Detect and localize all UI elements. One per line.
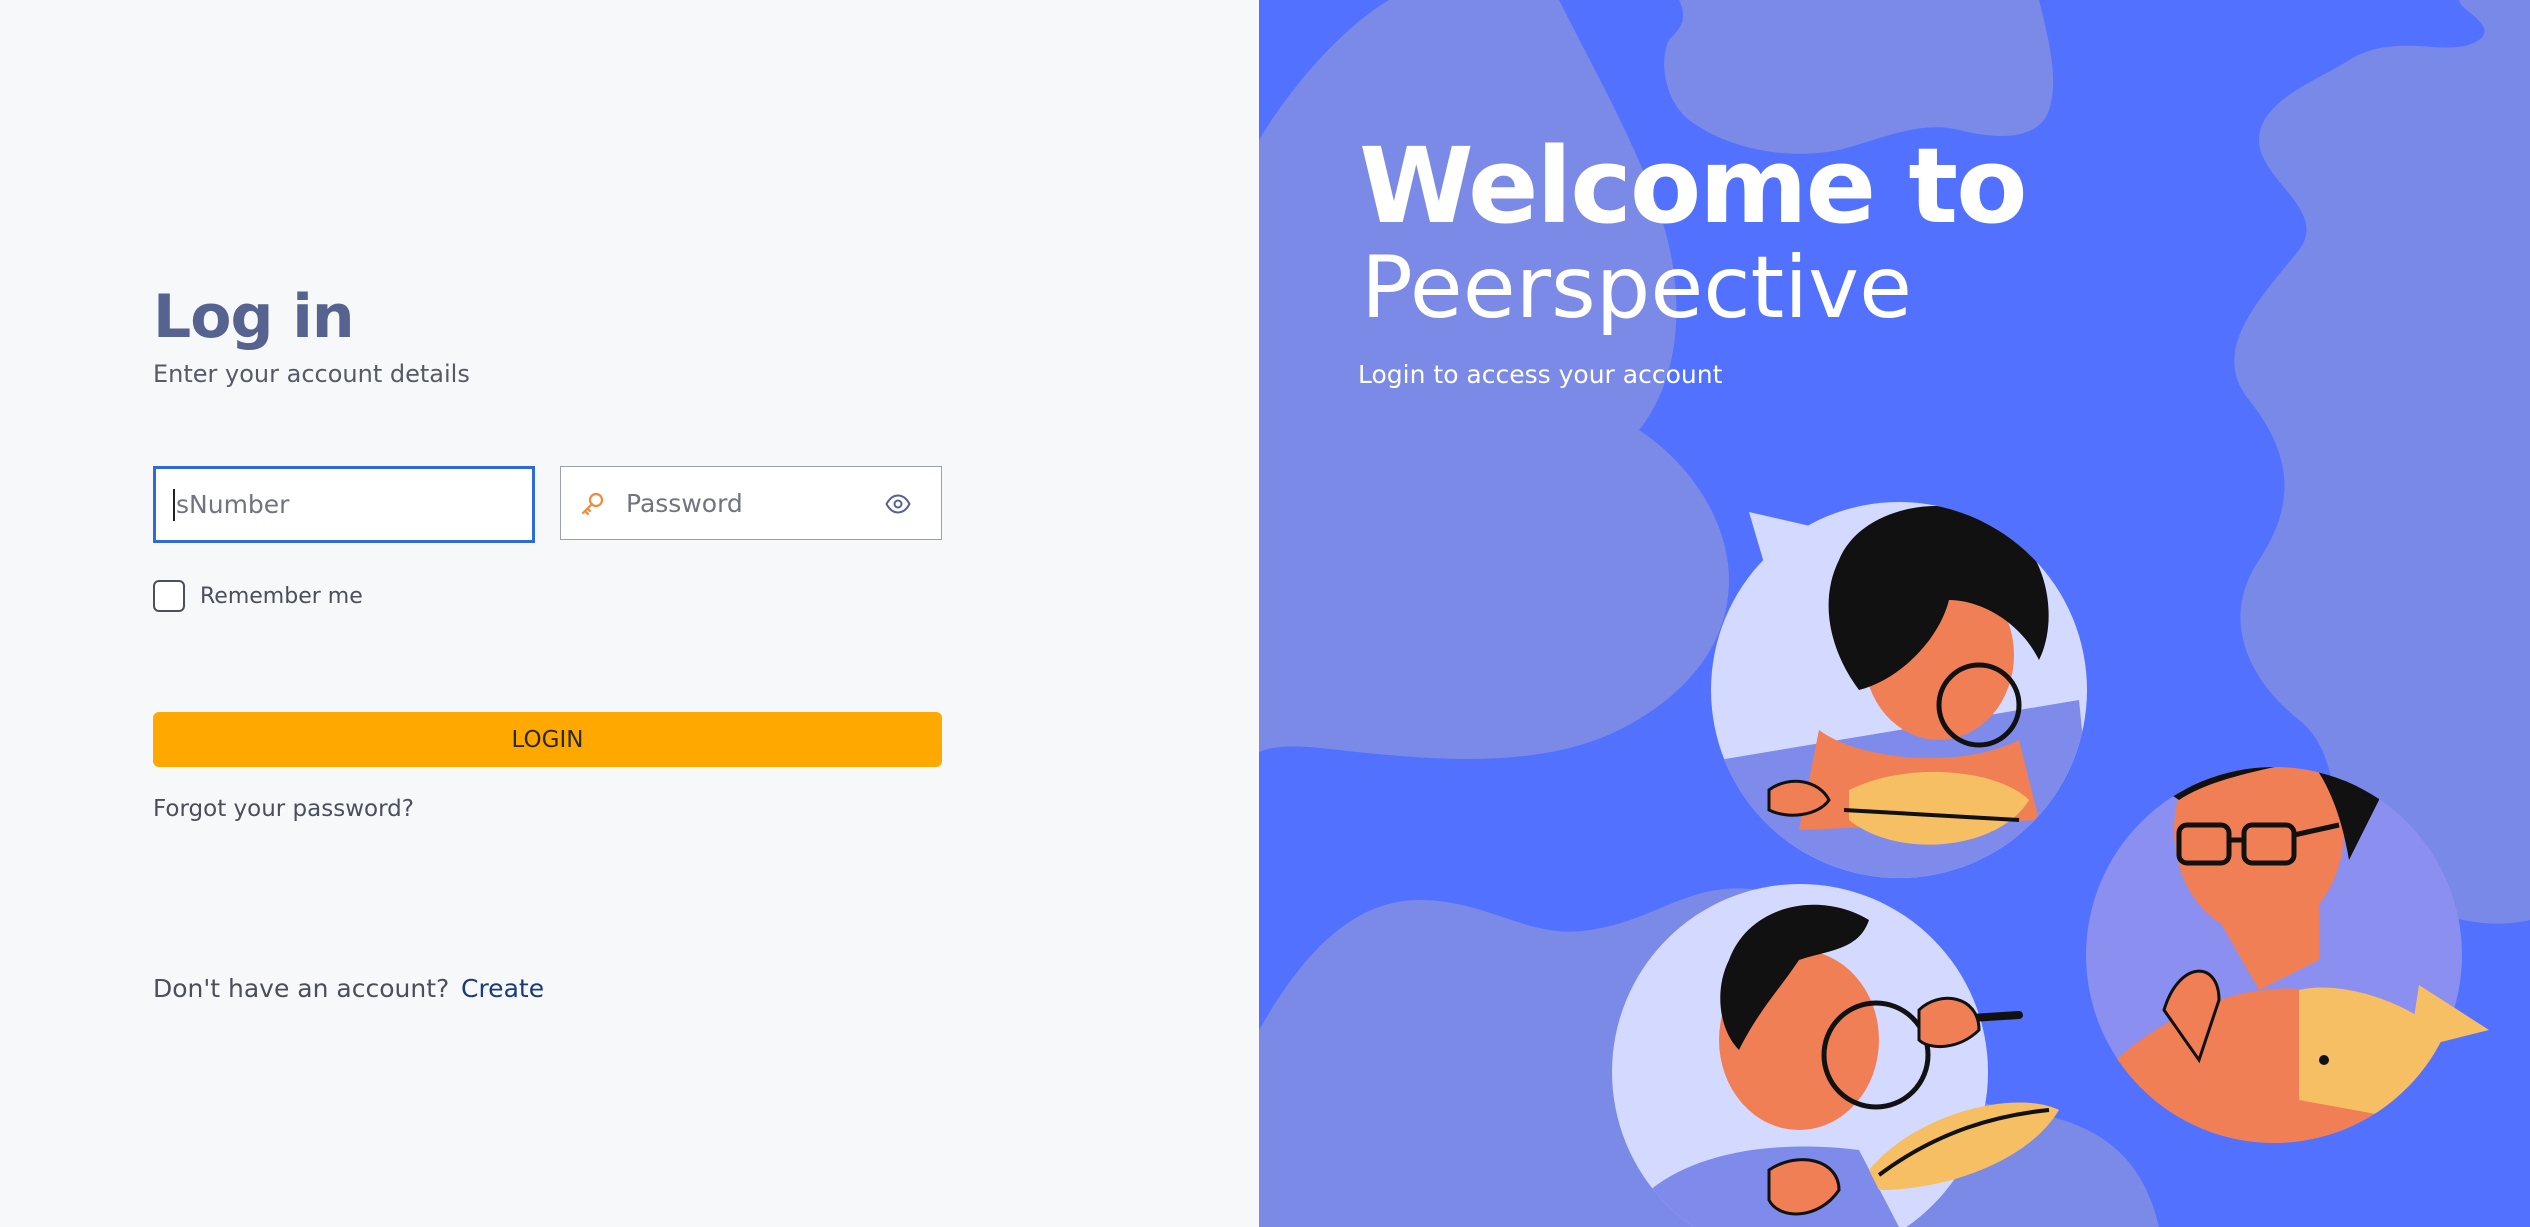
page-title: Log in: [153, 282, 355, 352]
welcome-panel: Welcome to Peerspective Login to access …: [1259, 0, 2530, 1227]
password-input[interactable]: [624, 467, 881, 539]
login-button[interactable]: LOGIN: [153, 712, 942, 767]
remember-me-checkbox[interactable]: [153, 580, 185, 612]
key-icon: [581, 492, 604, 516]
eye-icon[interactable]: [885, 494, 911, 514]
no-account-text: Don't have an account?: [153, 974, 450, 1003]
page-subtitle: Enter your account details: [153, 360, 470, 388]
forgot-password-link[interactable]: Forgot your password?: [153, 796, 414, 822]
boy-figure: [1612, 884, 2059, 1227]
login-page: Log in Enter your account details Rememb…: [0, 0, 2530, 1227]
woman-figure: [1711, 502, 2087, 878]
remember-me-label[interactable]: Remember me: [200, 584, 363, 609]
password-field[interactable]: [560, 466, 942, 540]
people-illustration: [1612, 502, 2489, 1227]
snumber-input[interactable]: [174, 469, 522, 540]
login-panel: Log in Enter your account details Rememb…: [0, 0, 1259, 1227]
create-account-link[interactable]: Create: [461, 974, 544, 1003]
remember-me-row[interactable]: Remember me: [153, 580, 363, 612]
snumber-field[interactable]: [153, 466, 535, 543]
man-figure: [2086, 767, 2489, 1143]
text-caret: [173, 489, 175, 521]
